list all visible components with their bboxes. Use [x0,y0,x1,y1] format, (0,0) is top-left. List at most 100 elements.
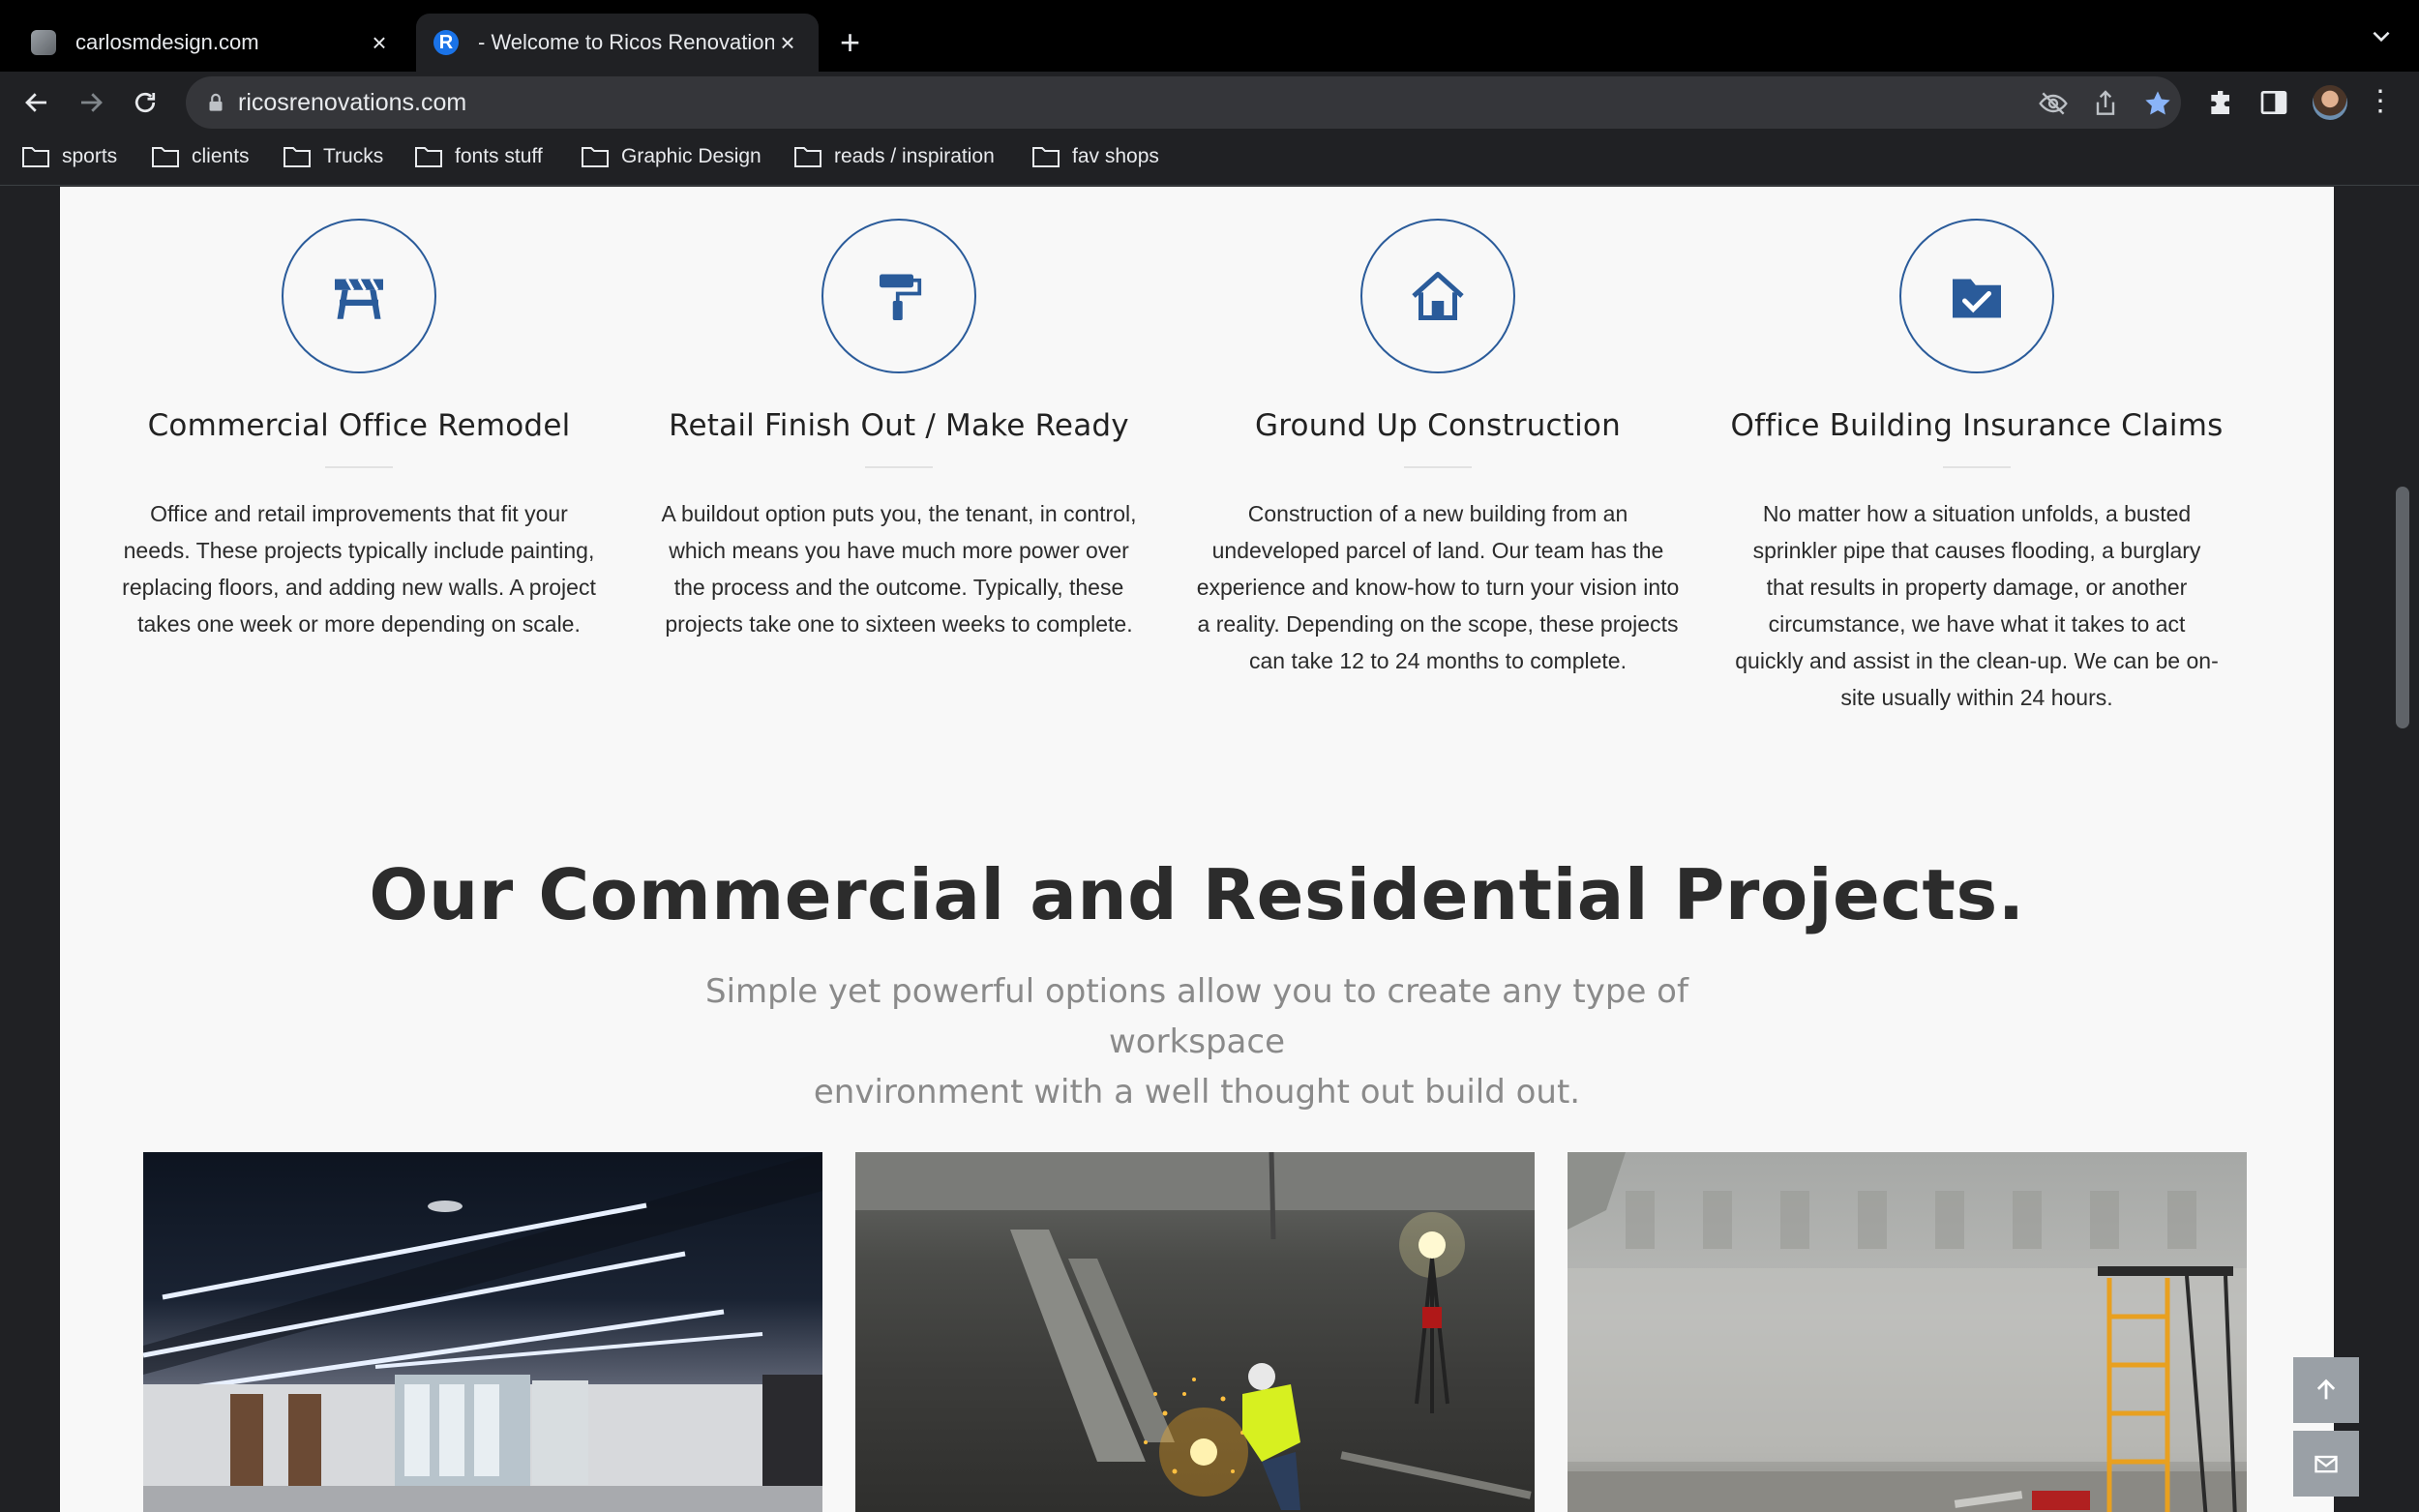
scroll-to-top-button[interactable] [2293,1357,2359,1423]
folder-icon [1032,147,1060,167]
sawhorse-barrier-icon [335,278,383,319]
line: Simple yet powerful options allow you to… [705,972,1688,1061]
forward-arrow-icon[interactable] [70,81,112,124]
office-interior-image [143,1152,822,1512]
divider [325,466,393,468]
service-icon-circle [821,219,976,373]
line: experience and know-how to turn your vis… [1196,575,1680,600]
line: the process and the outcome. Typically, … [673,575,1124,600]
side-panel-icon[interactable] [2258,87,2289,118]
bookmark-folder[interactable]: Trucks [283,145,383,168]
bookmark-label: fonts stuff [455,145,543,167]
web-page: Commercial Office Remodel Office and ret… [60,187,2334,1512]
service-description: Construction of a new building from an u… [1168,495,1708,679]
line: Construction of a new building from an [1247,501,1628,526]
drywall-scaffold-image [1568,1152,2247,1512]
line: projects take one to sixteen weeks to co… [665,611,1133,637]
eye-off-icon[interactable] [2038,88,2069,119]
line: replacing floors, and adding new walls. … [122,575,596,600]
divider [865,466,933,468]
service-card-commercial-office-remodel: Commercial Office Remodel Office and ret… [89,219,629,642]
line: environment with a well thought out buil… [813,1073,1581,1112]
divider [1404,466,1472,468]
arrow-up-icon [2316,1379,2336,1400]
tab-carlosmdesign[interactable]: carlosmdesign.com × [14,14,410,72]
service-icon-circle [1899,219,2054,373]
lock-icon[interactable] [203,90,228,115]
service-card-retail-finish-out: Retail Finish Out / Make Ready A buildou… [629,219,1169,642]
bookmark-label: Graphic Design [621,145,762,167]
page-scrollbar[interactable] [2396,487,2409,728]
service-description: No matter how a situation unfolds, a bus… [1707,495,2247,716]
project-photo-drywall[interactable] [1568,1152,2247,1512]
line: a reality. Depending on the scope, these… [1197,611,1679,637]
line: which means you have much more power ove… [669,538,1129,563]
bookmark-folder[interactable]: Graphic Design [581,145,762,168]
line: Office and retail improvements that fit … [150,501,568,526]
service-title: Commercial Office Remodel [147,408,571,443]
tab-title: carlosmdesign.com [75,30,259,54]
service-icon-circle [282,219,436,373]
tab-title: - Welcome to Ricos Renovation [478,30,774,54]
contact-mail-button[interactable] [2293,1431,2359,1497]
divider [1943,466,2011,468]
line: No matter how a situation unfolds, a bus… [1762,501,2192,526]
browser-toolbar: ricosrenovations.com ⋮ [0,72,2419,133]
bookmark-folder[interactable]: fonts stuff [414,145,543,168]
bookmark-label: clients [192,145,250,167]
bookmark-label: fav shops [1072,145,1159,167]
folder-icon [152,147,179,167]
folder-check-icon [1953,279,2001,318]
kebab-menu-icon[interactable]: ⋮ [2365,87,2396,118]
puzzle-extensions-icon[interactable] [2206,87,2237,118]
line: A buildout option puts you, the tenant, … [661,501,1137,526]
service-card-insurance-claims: Office Building Insurance Claims No matt… [1707,219,2247,716]
close-icon[interactable]: × [774,28,801,58]
url-text[interactable]: ricosrenovations.com [238,89,466,117]
line: that results in property damage, or anot… [1766,575,2188,600]
line: undeveloped parcel of land. Our team has… [1211,538,1664,563]
service-description: Office and retail improvements that fit … [89,495,629,642]
bookmark-label: sports [62,145,118,167]
folder-icon [582,147,609,167]
address-bar[interactable]: ricosrenovations.com [186,76,2181,129]
line: sprinkler pipe that causes flooding, a b… [1752,538,2201,563]
folder-icon [284,147,311,167]
tab-strip: carlosmdesign.com × R - Welcome to Ricos… [0,0,2419,72]
profile-avatar[interactable] [2313,85,2347,120]
line: circumstance, we have what it takes to a… [1768,611,2186,637]
service-card-ground-up-construction: Ground Up Construction Construction of a… [1168,219,1708,679]
folder-icon [22,147,49,167]
reload-icon[interactable] [124,81,166,124]
house-icon [1412,272,1464,320]
share-icon[interactable] [2090,88,2121,119]
projects-heading: Our Commercial and Residential Projects. [369,854,2025,935]
bookmark-folder[interactable]: fav shops [1031,145,1159,168]
page-viewport: Commercial Office Remodel Office and ret… [0,187,2419,1512]
service-title: Office Building Insurance Claims [1730,408,2224,443]
project-photo-welder[interactable] [855,1152,1535,1512]
bookmark-folder[interactable]: sports [21,145,117,168]
line: quickly and assist in the clean-up. We c… [1735,648,2219,673]
tab-ricos-renovations[interactable]: R - Welcome to Ricos Renovation × [416,14,819,72]
bookmark-label: reads / inspiration [834,145,995,167]
chevron-down-icon[interactable] [2369,23,2394,55]
welder-sparks-image [855,1152,1535,1510]
line: site usually within 24 hours. [1840,685,2113,710]
r-logo-icon: R [433,30,459,55]
cube-icon [31,30,56,55]
folder-icon [415,147,442,167]
star-bookmark-icon[interactable] [2142,88,2173,119]
line: takes one week or more depending on scal… [137,611,581,637]
project-photo-office-interior[interactable] [143,1152,822,1512]
new-tab-button[interactable]: + [840,23,860,62]
bookmark-folder[interactable]: clients [151,145,250,168]
service-title: Ground Up Construction [1255,408,1621,443]
line: needs. These projects typically include … [123,538,595,563]
bookmarks-bar: sports clients Trucks fonts stuff Graphi… [0,133,2419,186]
service-description: A buildout option puts you, the tenant, … [629,495,1169,642]
close-icon[interactable]: × [366,28,393,58]
service-title: Retail Finish Out / Make Ready [669,408,1129,443]
back-arrow-icon[interactable] [15,81,58,124]
bookmark-folder[interactable]: reads / inspiration [793,145,995,168]
